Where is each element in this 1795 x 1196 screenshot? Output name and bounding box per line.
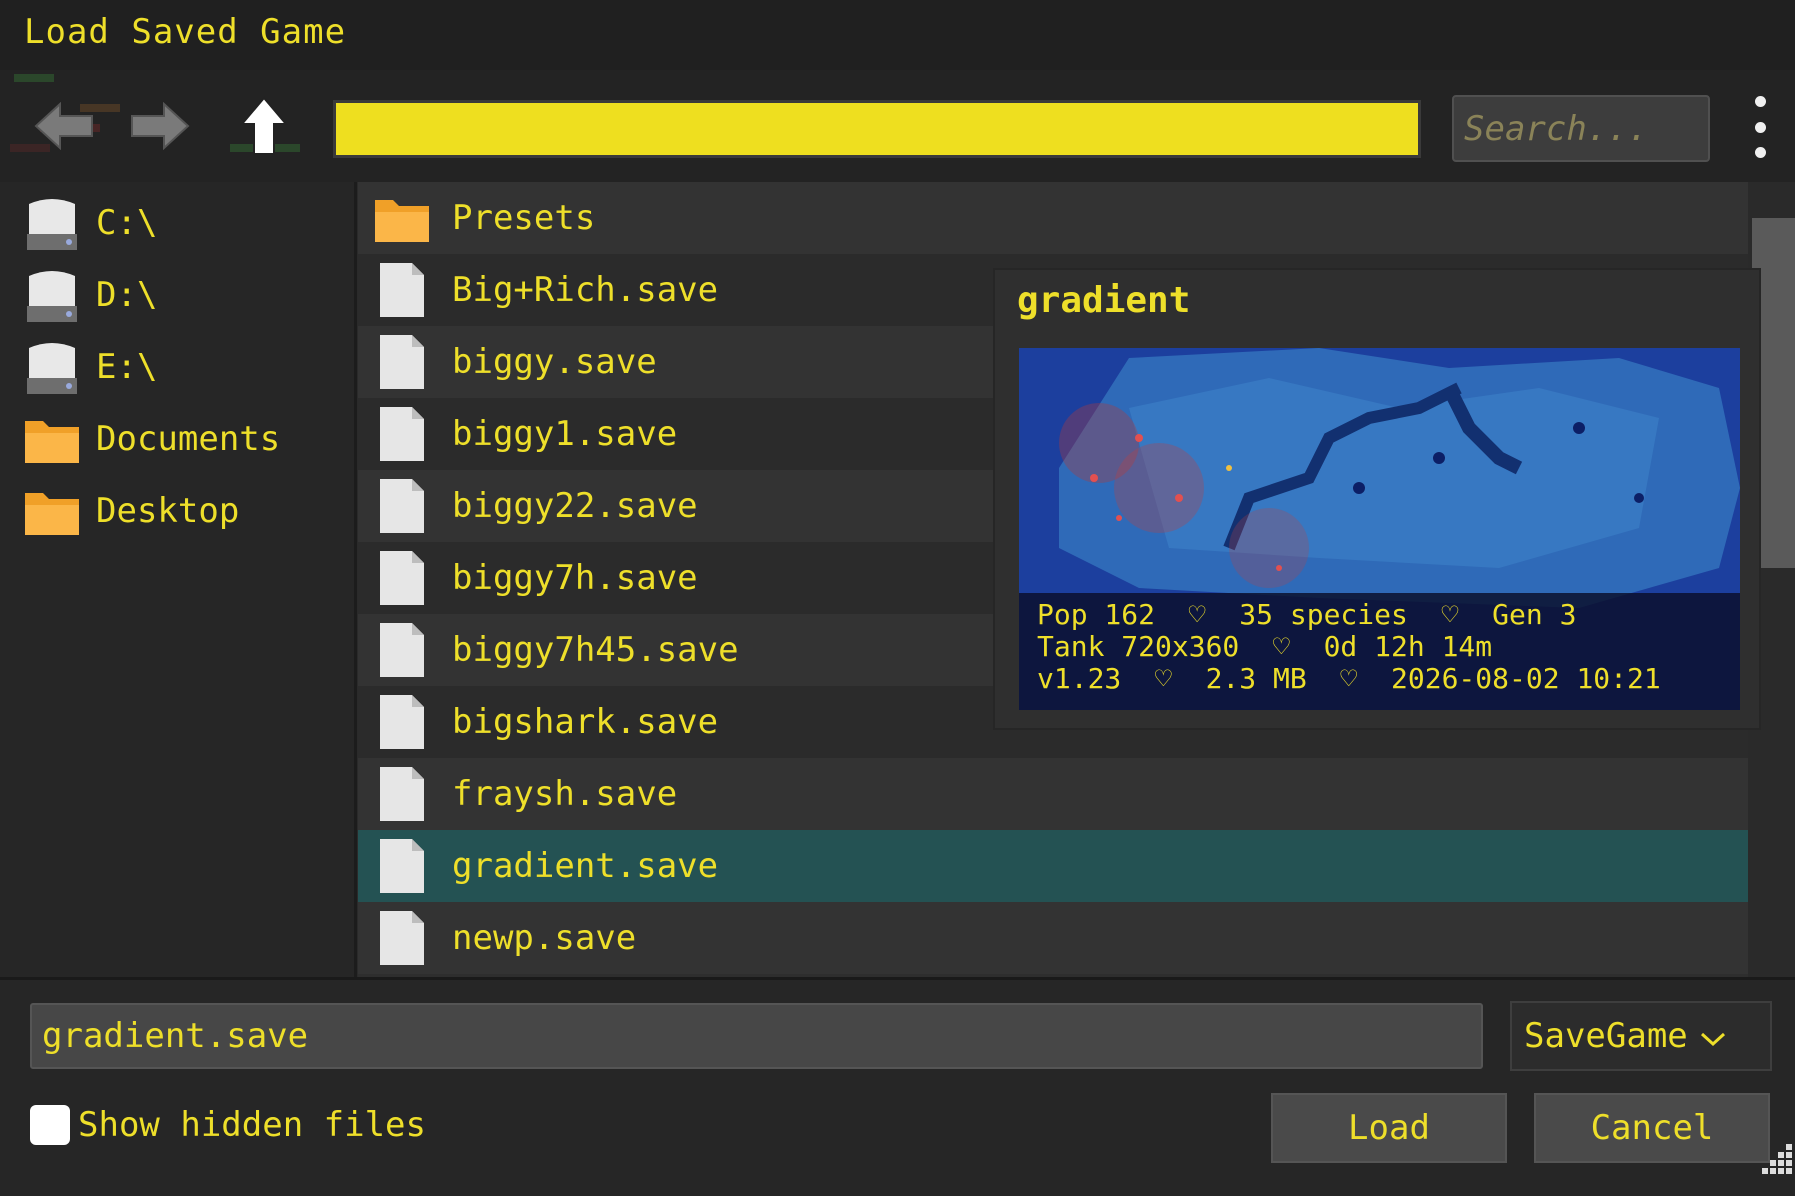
file-name: Big+Rich.save: [452, 270, 719, 310]
preview-stats: Pop 162 ♡ 35 species ♡ Gen 3 Tank 720x36…: [1019, 593, 1740, 710]
toolbar: [0, 70, 1795, 182]
file-icon: [372, 260, 432, 320]
file-icon: [372, 620, 432, 680]
search-field[interactable]: [1452, 95, 1710, 162]
back-button[interactable]: [32, 94, 96, 158]
up-button[interactable]: [232, 94, 296, 158]
title-bar: Load Saved Game: [0, 0, 1795, 70]
sidebar-item-label: Documents: [96, 419, 281, 459]
save-preview-tooltip: gradient Pop 162 ♡ 35 species ♡ Gen 3 Ta: [993, 268, 1761, 730]
file-icon: [372, 764, 432, 824]
file-name: newp.save: [452, 918, 637, 958]
drive-icon: [22, 193, 82, 253]
places-sidebar: C:\ D:\ E:\ Documents Desktop: [0, 182, 357, 977]
file-icon: [372, 332, 432, 392]
filetype-select[interactable]: SaveGame: [1510, 1001, 1772, 1071]
arrow-up-icon: [240, 96, 288, 155]
kebab-menu-icon[interactable]: [1748, 96, 1772, 158]
file-icon: [372, 692, 432, 752]
folder-icon: [22, 409, 82, 469]
file-name: biggy7h.save: [452, 558, 698, 598]
file-name: gradient.save: [452, 846, 719, 886]
sidebar-item-d-drive[interactable]: D:\: [22, 260, 342, 330]
sidebar-item-label: E:\: [96, 347, 158, 387]
preview-stats-line-2: Tank 720x360 ♡ 0d 12h 14m: [1037, 630, 1493, 663]
sidebar-item-label: C:\: [96, 203, 158, 243]
drive-icon: [22, 337, 82, 397]
file-name: biggy22.save: [452, 486, 698, 526]
file-icon: [372, 404, 432, 464]
list-item-selected[interactable]: gradient.save: [358, 830, 1748, 902]
file-name: bigshark.save: [452, 702, 719, 742]
folder-icon: [22, 481, 82, 541]
preview-title: gradient: [1017, 280, 1191, 321]
list-item[interactable]: fraysh.save: [358, 758, 1748, 830]
list-item[interactable]: newp.save: [358, 902, 1748, 974]
sidebar-item-label: Desktop: [96, 491, 240, 531]
checkbox-label: Show hidden files: [78, 1105, 426, 1145]
file-icon: [372, 908, 432, 968]
file-icon: [372, 836, 432, 896]
chevron-down-icon: [1700, 1016, 1726, 1056]
filetype-value: SaveGame: [1524, 1016, 1688, 1056]
file-name: Presets: [452, 198, 596, 238]
file-name: biggy7h45.save: [452, 630, 739, 670]
arrow-left-icon: [34, 102, 93, 150]
window-title: Load Saved Game: [24, 12, 347, 52]
drive-icon: [22, 265, 82, 325]
kebab-dot: [1754, 96, 1766, 107]
file-icon: [372, 476, 432, 536]
forward-button[interactable]: [128, 94, 192, 158]
arrow-right-icon: [131, 102, 190, 150]
sidebar-item-e-drive[interactable]: E:\: [22, 332, 342, 402]
dialog-footer: SaveGame Show hidden files Load Cancel: [0, 977, 1795, 1196]
filename-input[interactable]: [32, 1005, 1481, 1067]
kebab-dot: [1754, 121, 1766, 133]
sidebar-item-desktop[interactable]: Desktop: [22, 476, 342, 546]
load-button[interactable]: Load: [1271, 1093, 1507, 1163]
file-icon: [372, 548, 432, 608]
resize-grip-icon[interactable]: [1760, 1142, 1794, 1176]
sidebar-item-label: D:\: [96, 275, 158, 315]
sidebar-item-documents[interactable]: Documents: [22, 404, 342, 474]
preview-thumbnail: Pop 162 ♡ 35 species ♡ Gen 3 Tank 720x36…: [1019, 348, 1740, 710]
list-item[interactable]: Presets: [358, 182, 1748, 254]
show-hidden-files-checkbox[interactable]: Show hidden files: [30, 1105, 426, 1145]
path-bar[interactable]: [333, 100, 1421, 158]
checkbox-box[interactable]: [30, 1105, 70, 1145]
search-input[interactable]: [1454, 97, 1708, 160]
cancel-button[interactable]: Cancel: [1534, 1093, 1770, 1163]
preview-stats-line-1: Pop 162 ♡ 35 species ♡ Gen 3: [1037, 598, 1577, 631]
sidebar-item-c-drive[interactable]: C:\: [22, 188, 342, 258]
filename-field[interactable]: [30, 1003, 1483, 1069]
file-name: biggy1.save: [452, 414, 678, 454]
kebab-dot: [1754, 147, 1766, 158]
folder-icon: [372, 188, 432, 248]
file-name: fraysh.save: [452, 774, 678, 814]
preview-stats-line-3: v1.23 ♡ 2.3 MB ♡ 2026-08-02 10:21: [1037, 662, 1661, 695]
file-name: biggy.save: [452, 342, 657, 382]
